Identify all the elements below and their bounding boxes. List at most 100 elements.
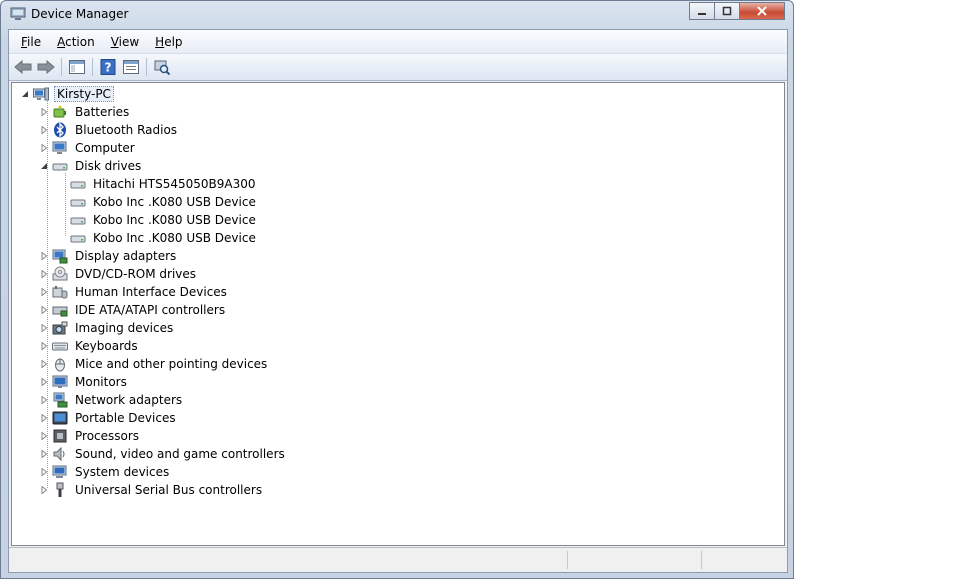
tree-item-sound-video-and-game-controllers[interactable]: Sound, video and game controllers: [39, 445, 287, 463]
expand-arrow-icon[interactable]: [39, 378, 48, 387]
expand-arrow-icon[interactable]: [39, 342, 48, 351]
hid-icon: [52, 284, 68, 300]
scan-hardware-icon: [154, 60, 170, 75]
expand-arrow-icon[interactable]: [39, 126, 48, 135]
tree-item-label[interactable]: Network adapters: [73, 393, 184, 407]
tree-item-dvd-cd-rom-drives[interactable]: DVD/CD-ROM drives: [39, 265, 198, 283]
ide-controller-icon: [52, 302, 68, 318]
tree-item-label[interactable]: System devices: [73, 465, 171, 479]
tree-item-label[interactable]: Portable Devices: [73, 411, 178, 425]
expand-arrow-icon[interactable]: [39, 324, 48, 333]
tree-item-portable-devices[interactable]: Portable Devices: [39, 409, 178, 427]
client-area: File Action View Help ? Kirsty-PC Batter…: [8, 29, 788, 573]
properties-button[interactable]: [121, 57, 141, 77]
tree-item-processors[interactable]: Processors: [39, 427, 141, 445]
tree-item-human-interface-devices[interactable]: Human Interface Devices: [39, 283, 229, 301]
disk-drive-label[interactable]: Kobo Inc .K080 USB Device: [91, 195, 258, 209]
toolbar-separator: [92, 58, 93, 76]
help-button[interactable]: ?: [98, 57, 118, 77]
disk-drive-label[interactable]: Kobo Inc .K080 USB Device: [91, 231, 258, 245]
console-tree-icon: [69, 60, 85, 74]
disk-drive-icon: [70, 176, 86, 192]
expand-arrow-icon[interactable]: [39, 432, 48, 441]
title-bar[interactable]: Device Manager: [1, 1, 793, 29]
tree-item-label[interactable]: Keyboards: [73, 339, 140, 353]
expand-arrow-icon[interactable]: [39, 270, 48, 279]
expand-arrow-icon[interactable]: [39, 414, 48, 423]
scan-hardware-button[interactable]: [152, 57, 172, 77]
forward-button[interactable]: [36, 57, 56, 77]
disk-drive-label[interactable]: Hitachi HTS545050B9A300: [91, 177, 258, 191]
disk-drive-item[interactable]: Kobo Inc .K080 USB Device: [70, 193, 258, 211]
menu-view[interactable]: View: [103, 35, 147, 49]
tree-item-display-adapters[interactable]: Display adapters: [39, 247, 178, 265]
tree-item-label[interactable]: Bluetooth Radios: [73, 123, 179, 137]
tree-item-system-devices[interactable]: System devices: [39, 463, 171, 481]
close-button[interactable]: [739, 2, 785, 20]
tree-item-keyboards[interactable]: Keyboards: [39, 337, 140, 355]
collapse-arrow-icon[interactable]: [39, 162, 48, 171]
disk-drive-item[interactable]: Hitachi HTS545050B9A300: [70, 175, 258, 193]
back-button[interactable]: [13, 57, 33, 77]
tree-item-label[interactable]: Disk drives: [73, 159, 143, 173]
network-adapter-icon: [52, 392, 68, 408]
tree-item-label[interactable]: Sound, video and game controllers: [73, 447, 287, 461]
menu-action[interactable]: Action: [49, 35, 103, 49]
tree-item-label[interactable]: DVD/CD-ROM drives: [73, 267, 198, 281]
device-manager-icon: [10, 7, 26, 21]
disk-drive-item[interactable]: Kobo Inc .K080 USB Device: [70, 229, 258, 247]
show-hide-console-tree-button[interactable]: [67, 57, 87, 77]
menu-bar: File Action View Help: [9, 30, 787, 54]
tree-item-universal-serial-bus-controllers[interactable]: Universal Serial Bus controllers: [39, 481, 264, 499]
menu-file[interactable]: File: [13, 35, 49, 49]
tree-item-imaging-devices[interactable]: Imaging devices: [39, 319, 175, 337]
tree-item-mice-and-other-pointing-devices[interactable]: Mice and other pointing devices: [39, 355, 269, 373]
tree-item-disk-drives[interactable]: Disk drives: [39, 157, 143, 175]
tree-item-monitors[interactable]: Monitors: [39, 373, 129, 391]
expand-arrow-icon[interactable]: [39, 468, 48, 477]
expand-arrow-icon[interactable]: [39, 396, 48, 405]
disk-drive-label[interactable]: Kobo Inc .K080 USB Device: [91, 213, 258, 227]
disk-drive-icon: [70, 230, 86, 246]
tree-item-ide-ata-atapi-controllers[interactable]: IDE ATA/ATAPI controllers: [39, 301, 227, 319]
device-manager-window: Device Manager File Action View Help ? K…: [0, 0, 794, 579]
expand-arrow-icon[interactable]: [39, 360, 48, 369]
disk-drive-icon: [52, 158, 68, 174]
tree-item-label[interactable]: Monitors: [73, 375, 129, 389]
tree-item-network-adapters[interactable]: Network adapters: [39, 391, 184, 409]
tree-item-label[interactable]: Universal Serial Bus controllers: [73, 483, 264, 497]
expand-arrow-icon[interactable]: [39, 450, 48, 459]
back-icon: [14, 60, 32, 74]
tree-item-label[interactable]: Batteries: [73, 105, 131, 119]
status-divider: [567, 551, 568, 569]
tree-item-label[interactable]: Mice and other pointing devices: [73, 357, 269, 371]
battery-icon: [52, 104, 68, 120]
expand-arrow-icon[interactable]: [39, 252, 48, 261]
expand-arrow-icon[interactable]: [39, 306, 48, 315]
portable-device-icon: [52, 410, 68, 426]
tree-root[interactable]: Kirsty-PC: [20, 85, 114, 103]
expand-arrow-icon[interactable]: [39, 288, 48, 297]
tree-root-label[interactable]: Kirsty-PC: [54, 86, 114, 102]
tree-item-batteries[interactable]: Batteries: [39, 103, 131, 121]
tree-item-label[interactable]: IDE ATA/ATAPI controllers: [73, 303, 227, 317]
collapse-arrow-icon[interactable]: [20, 90, 29, 99]
tree-item-label[interactable]: Computer: [73, 141, 137, 155]
tree-item-label[interactable]: Processors: [73, 429, 141, 443]
tree-item-label[interactable]: Imaging devices: [73, 321, 175, 335]
tree-item-label[interactable]: Display adapters: [73, 249, 178, 263]
tree-item-computer[interactable]: Computer: [39, 139, 137, 157]
minimize-button[interactable]: [689, 2, 715, 20]
toolbar-separator: [61, 58, 62, 76]
tree-item-bluetooth-radios[interactable]: Bluetooth Radios: [39, 121, 179, 139]
expand-arrow-icon[interactable]: [39, 108, 48, 117]
disk-drive-item[interactable]: Kobo Inc .K080 USB Device: [70, 211, 258, 229]
device-tree[interactable]: Kirsty-PC Batteries Bluetooth Radios Compu…: [11, 82, 785, 546]
expand-arrow-icon[interactable]: [39, 486, 48, 495]
menu-help[interactable]: Help: [147, 35, 190, 49]
mouse-icon: [52, 356, 68, 372]
maximize-button[interactable]: [714, 2, 740, 20]
toolbar: ?: [9, 54, 787, 81]
tree-item-label[interactable]: Human Interface Devices: [73, 285, 229, 299]
expand-arrow-icon[interactable]: [39, 144, 48, 153]
